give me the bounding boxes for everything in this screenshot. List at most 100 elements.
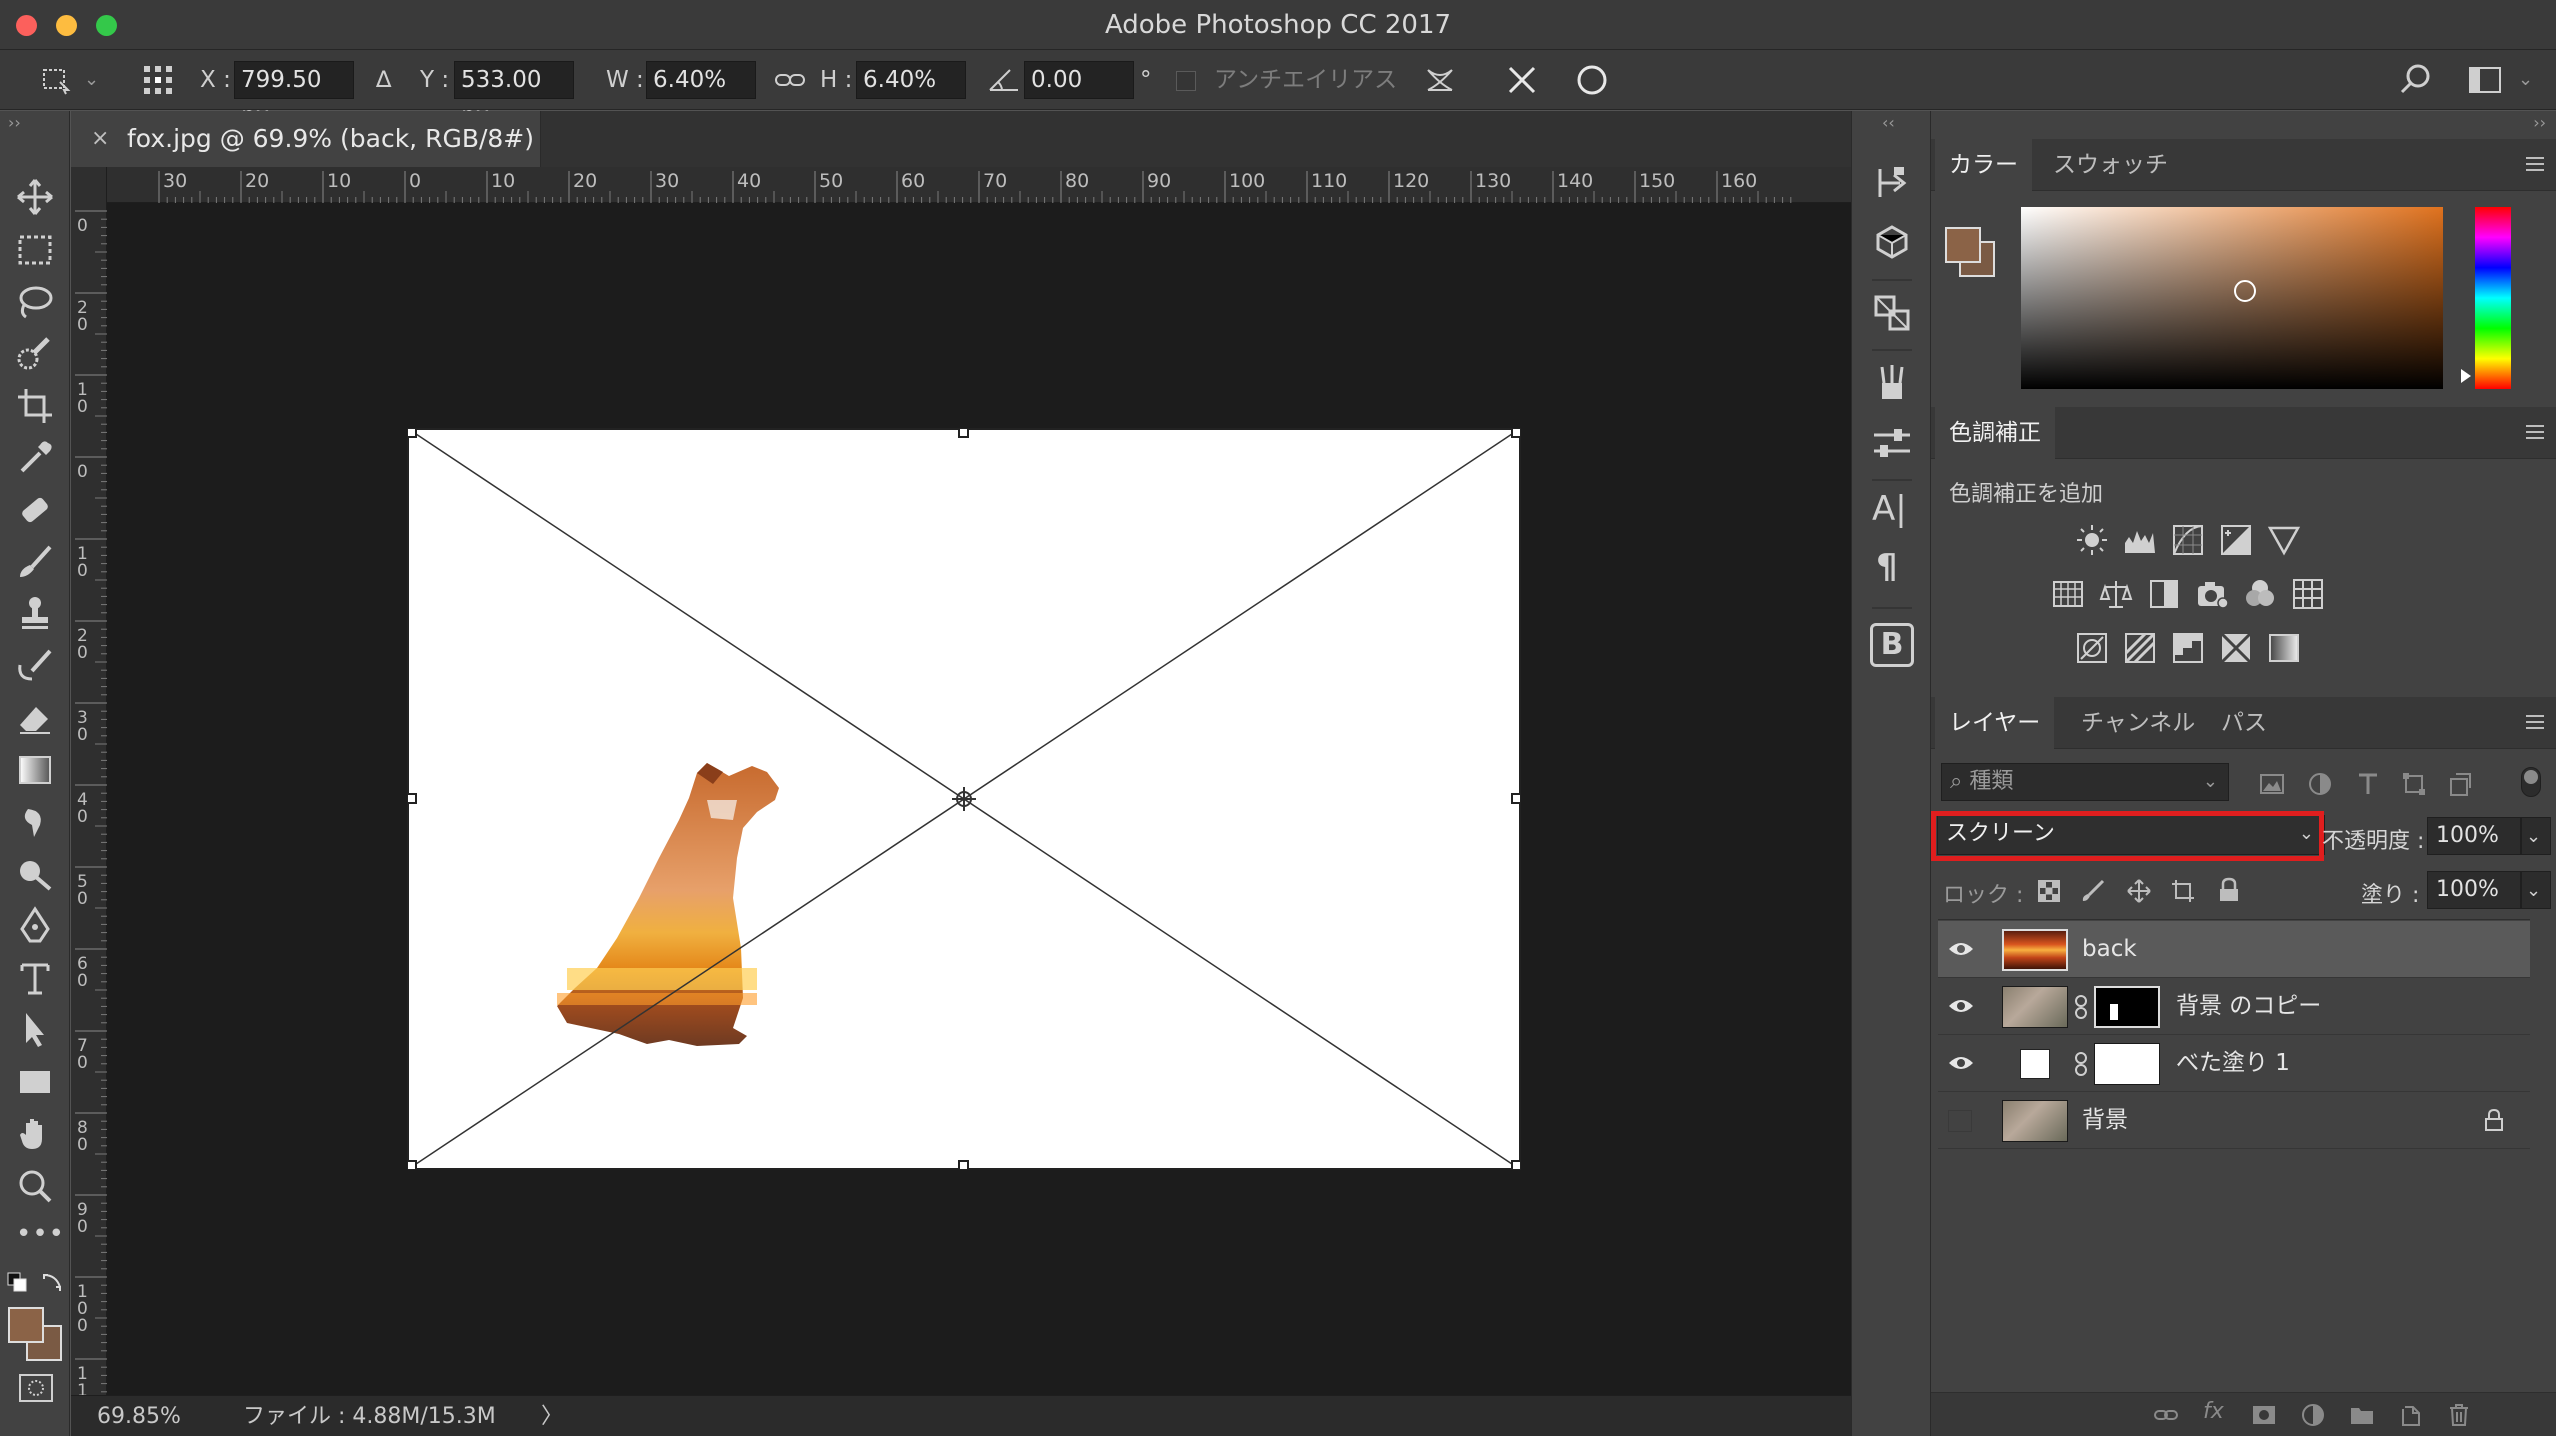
filter-toggle[interactable]: [2521, 767, 2541, 797]
hue-slider-pointer[interactable]: [2461, 369, 2471, 383]
lock-all-icon[interactable]: [2217, 877, 2241, 903]
color-picker-cursor[interactable]: [2234, 280, 2256, 302]
x-position-field[interactable]: 799.50 px: [234, 61, 354, 129]
clone-stamp-tool-icon[interactable]: [14, 593, 56, 635]
layer-name[interactable]: 背景: [2082, 1092, 2128, 1149]
warp-mode-icon[interactable]: [1420, 60, 1460, 100]
paragraph-panel-icon[interactable]: ¶: [1876, 547, 1898, 587]
status-menu-arrow[interactable]: 〉: [541, 1396, 563, 1436]
cancel-transform-icon[interactable]: [1502, 60, 1542, 100]
layer-name[interactable]: べた塗り 1: [2176, 1035, 2290, 1092]
lock-transparent-pixels-icon[interactable]: [2037, 879, 2061, 903]
fill-layer-color-icon[interactable]: [2020, 1049, 2050, 1079]
lock-artboard-icon[interactable]: [2171, 879, 2195, 903]
layer-style-icon[interactable]: fx: [2203, 1399, 2224, 1424]
gradient-tool-icon[interactable]: [14, 749, 56, 791]
angle-field[interactable]: 0.00: [1024, 61, 1134, 99]
gradient-map-icon[interactable]: [2267, 631, 2301, 665]
delete-layer-icon[interactable]: [2447, 1403, 2471, 1427]
link-layers-icon[interactable]: [2153, 1403, 2179, 1427]
zoom-level[interactable]: 69.85%: [97, 1396, 181, 1436]
default-colors-icon[interactable]: [6, 1271, 30, 1295]
b-panel-icon[interactable]: B: [1870, 623, 1914, 667]
curves-icon[interactable]: [2171, 523, 2205, 557]
mask-link-icon[interactable]: [2074, 1051, 2088, 1077]
exposure-icon[interactable]: [2219, 523, 2253, 557]
channel-mixer-icon[interactable]: [2243, 577, 2277, 611]
visibility-eye-icon[interactable]: [1948, 1054, 1974, 1072]
healing-brush-tool-icon[interactable]: [14, 489, 56, 531]
layer-row[interactable]: べた塗り 1: [1938, 1035, 2530, 1092]
opacity-dropdown[interactable]: ⌄: [2521, 817, 2551, 855]
lock-image-pixels-icon[interactable]: [2081, 879, 2105, 903]
tab-color[interactable]: カラー: [1935, 139, 2032, 191]
reference-point-icon[interactable]: [138, 60, 178, 100]
threshold-icon[interactable]: [2171, 631, 2205, 665]
reference-point-crosshair[interactable]: [952, 787, 976, 811]
levels-icon[interactable]: [2123, 523, 2157, 557]
visibility-toggle-empty[interactable]: [1948, 1110, 1972, 1132]
path-selection-tool-icon[interactable]: [14, 1009, 56, 1051]
filter-type-layers-icon[interactable]: [2355, 771, 2381, 797]
workspace-icon[interactable]: [2466, 60, 2506, 100]
chevron-down-icon[interactable]: ⌄: [84, 50, 99, 110]
transform-tool-icon[interactable]: [36, 60, 76, 100]
quick-selection-tool-icon[interactable]: [14, 333, 56, 375]
color-field[interactable]: [2021, 207, 2443, 389]
hand-tool-icon[interactable]: [14, 1113, 56, 1155]
move-tool-icon[interactable]: [14, 176, 56, 218]
photo-filter-icon[interactable]: [2195, 577, 2229, 611]
delta-icon[interactable]: ∆: [376, 50, 391, 110]
expand-toolbar-icon[interactable]: ››: [8, 113, 21, 132]
zoom-tool-icon[interactable]: [14, 1165, 56, 1207]
document-tab[interactable]: × fox.jpg @ 69.9% (back, RGB/8#) *: [71, 111, 541, 209]
lock-position-icon[interactable]: [2127, 879, 2151, 903]
more-tools-icon[interactable]: •••: [16, 1219, 65, 1249]
commit-transform-icon[interactable]: [1572, 60, 1612, 100]
eyedropper-tool-icon[interactable]: [14, 437, 56, 479]
quick-mask-icon[interactable]: [18, 1373, 54, 1403]
collapse-dock-icon[interactable]: ‹‹: [1882, 113, 1895, 132]
filter-smart-objects-icon[interactable]: [2447, 771, 2473, 797]
posterize-icon[interactable]: [2123, 631, 2157, 665]
panel-menu-icon[interactable]: [2524, 711, 2546, 733]
tab-adjustments[interactable]: 色調補正: [1935, 407, 2055, 459]
rectangle-tool-icon[interactable]: [14, 1061, 56, 1103]
black-white-icon[interactable]: [2147, 577, 2181, 611]
panel-menu-icon[interactable]: [2524, 153, 2546, 175]
hue-saturation-icon[interactable]: [2051, 577, 2085, 611]
document-canvas[interactable]: [407, 428, 1521, 1170]
panel-menu-icon[interactable]: [2524, 421, 2546, 443]
layer-mask-thumbnail[interactable]: [2094, 1043, 2160, 1085]
mask-link-icon[interactable]: [2074, 994, 2088, 1020]
history-brush-tool-icon[interactable]: [14, 645, 56, 687]
layer-mask-thumbnail[interactable]: [2094, 986, 2160, 1028]
layer-row[interactable]: back: [1938, 921, 2530, 978]
layer-name[interactable]: back: [2082, 921, 2137, 978]
visibility-eye-icon[interactable]: [1948, 997, 1974, 1015]
y-position-field[interactable]: 533.00 px: [454, 61, 574, 129]
visibility-eye-icon[interactable]: [1948, 940, 1974, 958]
brushes-panel-icon[interactable]: [1870, 361, 1914, 405]
link-icon[interactable]: [770, 60, 810, 100]
workspace-chevron-icon[interactable]: ⌄: [2518, 50, 2533, 110]
height-field[interactable]: 6.40%: [856, 61, 966, 99]
filter-pixel-layers-icon[interactable]: [2259, 771, 2285, 797]
brush-settings-icon[interactable]: [1870, 421, 1914, 465]
search-icon[interactable]: [2396, 60, 2436, 100]
libraries-panel-icon[interactable]: [1870, 291, 1914, 335]
layer-row[interactable]: 背景 のコピー: [1938, 978, 2530, 1035]
fill-dropdown[interactable]: ⌄: [2521, 871, 2551, 909]
brush-tool-icon[interactable]: [14, 541, 56, 583]
character-panel-icon[interactable]: A|: [1872, 489, 1907, 529]
layer-name[interactable]: 背景 のコピー: [2176, 978, 2321, 1035]
3d-panel-icon[interactable]: [1870, 221, 1914, 265]
tab-channels[interactable]: チャンネル: [2067, 697, 2209, 749]
dodge-tool-icon[interactable]: [14, 853, 56, 895]
filter-shape-layers-icon[interactable]: [2401, 771, 2427, 797]
opacity-field[interactable]: 100%: [2427, 817, 2521, 855]
antialias-checkbox[interactable]: [1176, 71, 1196, 91]
new-layer-icon[interactable]: [2399, 1403, 2423, 1427]
width-field[interactable]: 6.40%: [646, 61, 756, 99]
color-panel-foreground-swatch[interactable]: [1945, 227, 1981, 263]
